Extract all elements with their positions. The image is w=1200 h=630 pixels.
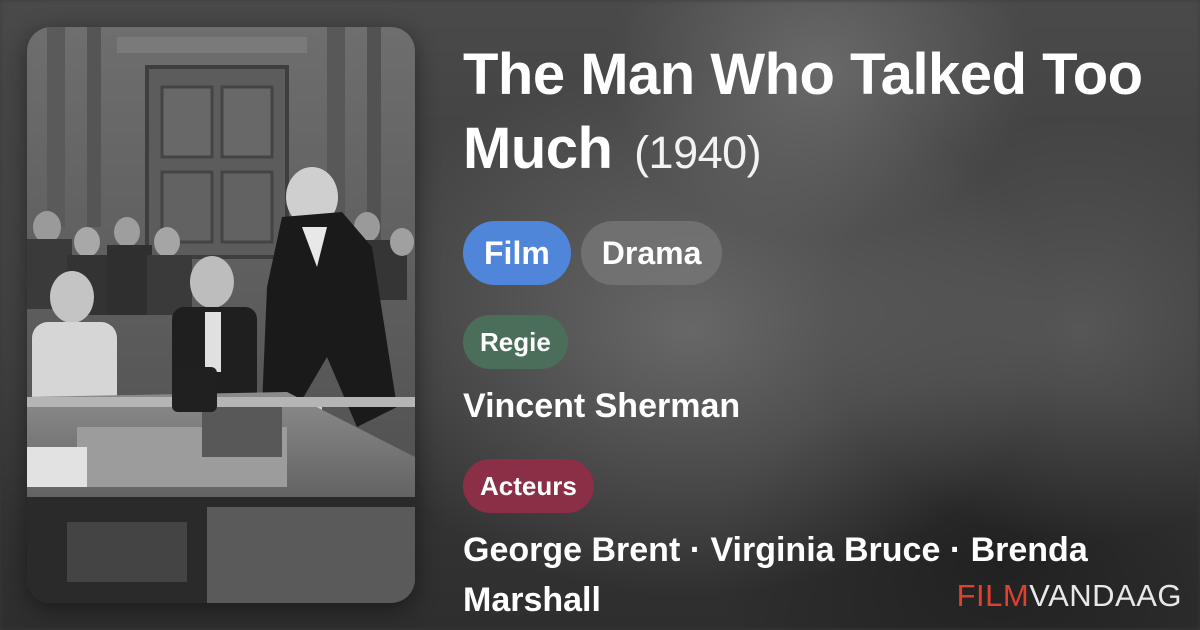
movie-year: (1940) [634, 127, 762, 178]
movie-title: The Man Who Talked Too Much (1940) [463, 38, 1173, 190]
logo-part-vandaag: VANDAAG [1029, 578, 1182, 613]
movie-title-text: The Man Who Talked Too Much [463, 42, 1143, 181]
genre-tag-drama[interactable]: Drama [580, 221, 723, 285]
cast-heading-badge: Acteurs [463, 459, 594, 513]
director-heading-badge: Regie [463, 315, 568, 369]
movie-info: The Man Who Talked Too Much (1940) Film … [463, 38, 1173, 625]
movie-poster [27, 27, 415, 603]
site-logo: FILMVANDAAG [957, 578, 1182, 614]
poster-image [27, 27, 415, 603]
director-name: Vincent Sherman [463, 387, 741, 425]
genre-tags: Film Drama [463, 221, 1173, 285]
logo-part-film: FILM [956, 578, 1030, 613]
type-tag-film[interactable]: Film [463, 221, 571, 285]
